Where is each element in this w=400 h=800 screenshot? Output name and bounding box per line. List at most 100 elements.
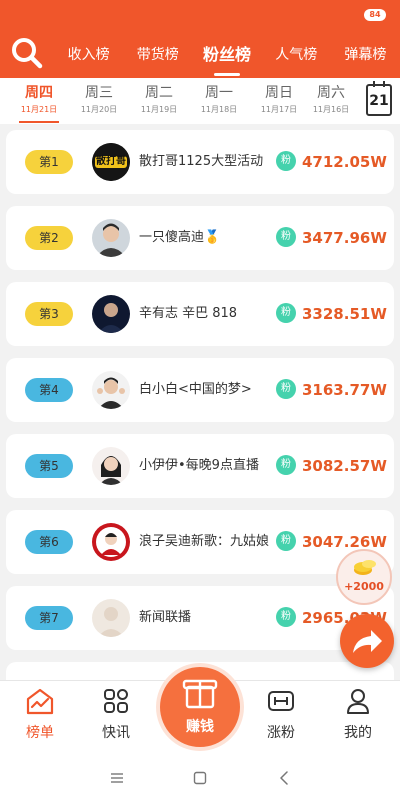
streamer-name: 散打哥1125大型活动 [139, 154, 264, 169]
rank-badge: 第7 [25, 606, 73, 630]
chart-house-icon [26, 688, 54, 715]
battery-indicator: 84 [364, 9, 386, 21]
rank-badge: 第1 [25, 150, 73, 174]
ranking-row[interactable]: 第3 辛有志 辛巴 818 粉 3328.51W [6, 282, 394, 346]
day-date: 11月17日 [260, 105, 298, 114]
fan-count: 4712.05W [302, 153, 387, 171]
gift-icon [182, 679, 218, 709]
fan-count: 3477.96W [302, 229, 387, 247]
streamer-name: 一只傻高迪🥇 [139, 230, 221, 245]
day-selector: 周四 11月21日 周三 11月20日 周二 11月19日 周一 11月18日 … [0, 78, 400, 124]
streamer-name: 白小白<中国的梦> [139, 382, 252, 397]
calendar-button[interactable]: 21 [366, 81, 392, 116]
fan-badge: 粉 [276, 227, 296, 247]
day-weekday: 周一 [205, 85, 233, 101]
avatar-photo [92, 371, 130, 409]
avatar [92, 447, 130, 485]
fan-badge: 粉 [276, 455, 296, 475]
day-item[interactable]: 周日 11月17日 [250, 82, 308, 116]
nav-earn[interactable]: 赚钱 [160, 667, 240, 747]
avatar: 散打哥 [92, 143, 130, 181]
day-item[interactable]: 周二 11月19日 [130, 82, 188, 116]
nav-label: 涨粉 [267, 725, 295, 741]
coin-reward-button[interactable]: +2000 [336, 549, 392, 605]
day-weekday: 周三 [85, 85, 113, 101]
nav-news[interactable]: 快讯 [86, 687, 146, 743]
dumbbell-icon [268, 691, 294, 711]
nav-profile[interactable]: 我的 [328, 687, 388, 743]
fan-count: 3082.57W [302, 457, 387, 475]
ranking-row[interactable]: 第1 散打哥 散打哥1125大型活动 粉 4712.05W [6, 130, 394, 194]
ranking-row[interactable]: 第5 小伊伊•每晚9点直播 粉 3082.57W [6, 434, 394, 498]
search-icon [12, 38, 43, 69]
tab-popularity[interactable]: 人气榜 [262, 40, 331, 70]
avatar-placeholder [92, 599, 130, 637]
fan-badge: 粉 [276, 151, 296, 171]
tab-income[interactable]: 收入榜 [54, 40, 123, 70]
day-item[interactable]: 周四 11月21日 [10, 82, 68, 123]
rank-badge: 第5 [25, 454, 73, 478]
day-date: 11月16日 [312, 105, 350, 114]
menu-icon[interactable] [110, 772, 124, 784]
fan-count: 3328.51W [302, 305, 387, 323]
apps-grid-icon [104, 689, 128, 713]
top-header: 84 收入榜 带货榜 粉丝榜 人气榜 弹幕榜 [0, 0, 400, 78]
fan-badge: 粉 [276, 303, 296, 323]
nav-label: 赚钱 [186, 719, 214, 735]
day-weekday: 周六 [317, 85, 345, 101]
bottom-nav: 榜单 快讯 赚钱 涨粉 我的 [0, 667, 400, 756]
streamer-name: 新闻联播 [139, 610, 192, 625]
user-icon [347, 689, 369, 714]
ranking-list: 第1 散打哥 散打哥1125大型活动 粉 4712.05W 第2 一只傻高迪🥇 … [0, 124, 400, 680]
ranking-row[interactable]: 第2 一只傻高迪🥇 粉 3477.96W [6, 206, 394, 270]
day-date: 11月19日 [140, 105, 178, 114]
tab-sales[interactable]: 带货榜 [123, 40, 192, 70]
coins-icon [354, 560, 376, 575]
avatar [92, 295, 130, 333]
day-date: 11月18日 [200, 105, 238, 114]
ranking-row[interactable]: 第6 浪子吴迪新歌：九姑娘 粉 3047.26W [6, 510, 394, 574]
avatar [92, 523, 130, 561]
search-button[interactable] [10, 36, 44, 70]
day-item[interactable]: 周六 11月16日 [310, 82, 352, 116]
streamer-name: 浪子吴迪新歌：九姑娘 [139, 534, 270, 549]
avatar-photo [92, 447, 130, 485]
calendar-icon: 21 [369, 93, 389, 109]
nav-rankings[interactable]: 榜单 [10, 687, 70, 743]
avatar [92, 371, 130, 409]
nav-label: 快讯 [102, 725, 130, 741]
ranking-row[interactable]: 第4 白小白<中国的梦> 粉 3163.77W [6, 358, 394, 422]
avatar-photo [92, 219, 130, 257]
avatar [92, 599, 130, 637]
day-weekday: 周二 [145, 85, 173, 101]
rank-badge: 第3 [25, 302, 73, 326]
avatar-photo [92, 523, 130, 561]
fan-badge: 粉 [276, 531, 296, 551]
fan-count: 3163.77W [302, 381, 387, 399]
day-date: 11月21日 [20, 105, 58, 114]
ranking-row[interactable]: 第7 新闻联播 粉 2965.03W [6, 586, 394, 650]
nav-label: 我的 [344, 725, 372, 741]
avatar [92, 219, 130, 257]
day-item[interactable]: 周三 11月20日 [70, 82, 128, 116]
home-icon[interactable] [193, 771, 207, 785]
fan-badge: 粉 [276, 607, 296, 627]
streamer-name: 辛有志 辛巴 818 [139, 306, 238, 321]
ranking-tabs: 收入榜 带货榜 粉丝榜 人气榜 弹幕榜 [54, 40, 400, 76]
tab-danmaku[interactable]: 弹幕榜 [331, 40, 400, 70]
streamer-name: 小伊伊•每晚9点直播 [139, 458, 259, 473]
rank-badge: 第6 [25, 530, 73, 554]
share-arrow-icon [353, 630, 382, 653]
day-date: 11月20日 [80, 105, 118, 114]
system-nav-bar [0, 756, 400, 800]
rank-badge: 第2 [25, 226, 73, 250]
tab-fans[interactable]: 粉丝榜 [192, 40, 261, 76]
rank-badge: 第4 [25, 378, 73, 402]
day-weekday: 周日 [265, 85, 293, 101]
avatar-photo [92, 295, 130, 333]
nav-grow-fans[interactable]: 涨粉 [251, 687, 311, 743]
coin-reward-amount: +2000 [344, 580, 384, 593]
share-button[interactable] [340, 614, 394, 668]
back-icon[interactable] [278, 771, 290, 785]
day-item[interactable]: 周一 11月18日 [190, 82, 248, 116]
